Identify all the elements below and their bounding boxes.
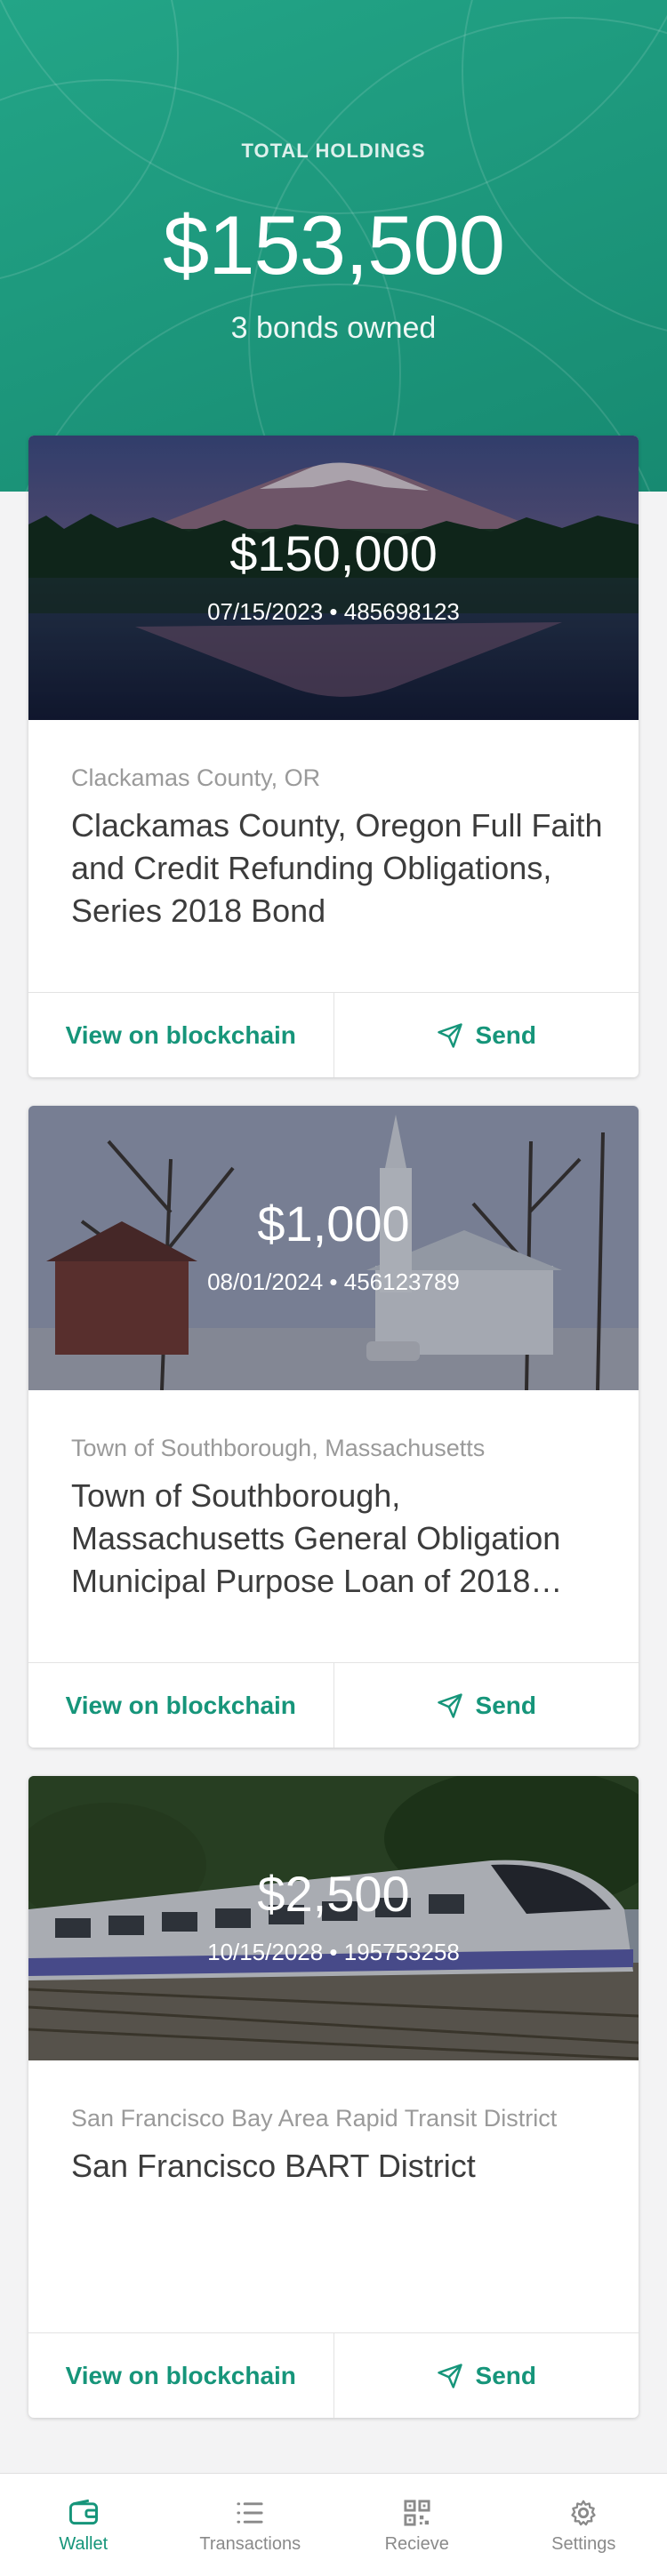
paper-plane-icon	[437, 1022, 462, 1048]
qr-code-icon	[404, 2500, 430, 2526]
tab-settings-label: Settings	[551, 2534, 616, 2554]
tab-receive[interactable]: Recieve	[334, 2474, 501, 2576]
view-on-blockchain-button[interactable]: View on blockchain	[28, 1663, 334, 1748]
bond-image-church-town: $1,000 08/01/2024 • 456123789	[28, 1106, 639, 1390]
bond-card[interactable]: $150,000 07/15/2023 • 485698123 Clackama…	[28, 436, 639, 1077]
bond-issuer: San Francisco Bay Area Rapid Transit Dis…	[71, 2105, 558, 2132]
bond-maturity-id: 08/01/2024 • 456123789	[207, 1268, 460, 1295]
paper-plane-icon	[437, 1692, 462, 1718]
view-on-blockchain-button[interactable]: View on blockchain	[28, 2333, 334, 2418]
tab-transactions-label: Transactions	[199, 2534, 301, 2554]
bond-count: 3 bonds owned	[230, 311, 437, 345]
bond-issuer: Town of Southborough, Massachusetts	[71, 1435, 486, 1461]
send-button[interactable]: Send	[333, 993, 639, 1077]
bottom-tab-bar: Wallet Transactions Recieve Settings	[0, 2473, 667, 2576]
total-holdings-amount: $153,500	[162, 198, 505, 292]
bond-amount: $150,000	[229, 525, 438, 581]
bond-title: Clackamas County, Oregon Full Faith and …	[71, 807, 603, 929]
send-button[interactable]: Send	[333, 2333, 639, 2418]
gear-icon	[571, 2500, 596, 2526]
bond-card[interactable]: $2,500 10/15/2028 • 195753258 San Franci…	[28, 1776, 639, 2418]
bond-actions: View on blockchain Send	[28, 1662, 639, 1748]
holdings-header: TOTAL HOLDINGS $153,500 3 bonds owned	[0, 0, 667, 492]
bond-card[interactable]: $1,000 08/01/2024 • 456123789 Town of So…	[28, 1106, 639, 1748]
tab-settings[interactable]: Settings	[501, 2474, 667, 2576]
bond-actions: View on blockchain Send	[28, 992, 639, 1077]
bond-maturity-id: 07/15/2023 • 485698123	[207, 598, 460, 625]
wallet-icon	[68, 2499, 98, 2525]
tab-transactions[interactable]: Transactions	[167, 2474, 334, 2576]
bond-issuer: Clackamas County, OR	[71, 764, 321, 791]
view-on-blockchain-label: View on blockchain	[65, 2361, 296, 2389]
tab-wallet-label: Wallet	[59, 2534, 108, 2554]
bond-actions: View on blockchain Send	[28, 2332, 639, 2418]
bond-maturity-id: 10/15/2028 • 195753258	[207, 1939, 460, 1965]
view-on-blockchain-button[interactable]: View on blockchain	[28, 993, 334, 1077]
send-label: Send	[475, 2361, 536, 2389]
holdings-label: TOTAL HOLDINGS	[241, 140, 426, 162]
send-button[interactable]: Send	[333, 1663, 639, 1748]
send-label: Send	[475, 1020, 536, 1049]
view-on-blockchain-label: View on blockchain	[65, 1020, 296, 1049]
bond-amount: $2,500	[257, 1866, 410, 1922]
tab-wallet[interactable]: Wallet	[0, 2474, 167, 2576]
bond-image-mountain-lake: $150,000 07/15/2023 • 485698123	[28, 436, 639, 720]
paper-plane-icon	[437, 2363, 462, 2388]
tab-receive-label: Recieve	[384, 2534, 449, 2554]
send-label: Send	[475, 1691, 536, 1719]
bond-title: San Francisco BART District	[71, 2148, 476, 2184]
bond-amount: $1,000	[257, 1196, 410, 1252]
bond-title: Town of Southborough, Massachusetts Gene…	[71, 1477, 563, 1599]
bond-image-train: $2,500 10/15/2028 • 195753258	[28, 1776, 639, 2060]
view-on-blockchain-label: View on blockchain	[65, 1691, 296, 1719]
list-icon	[237, 2502, 263, 2524]
